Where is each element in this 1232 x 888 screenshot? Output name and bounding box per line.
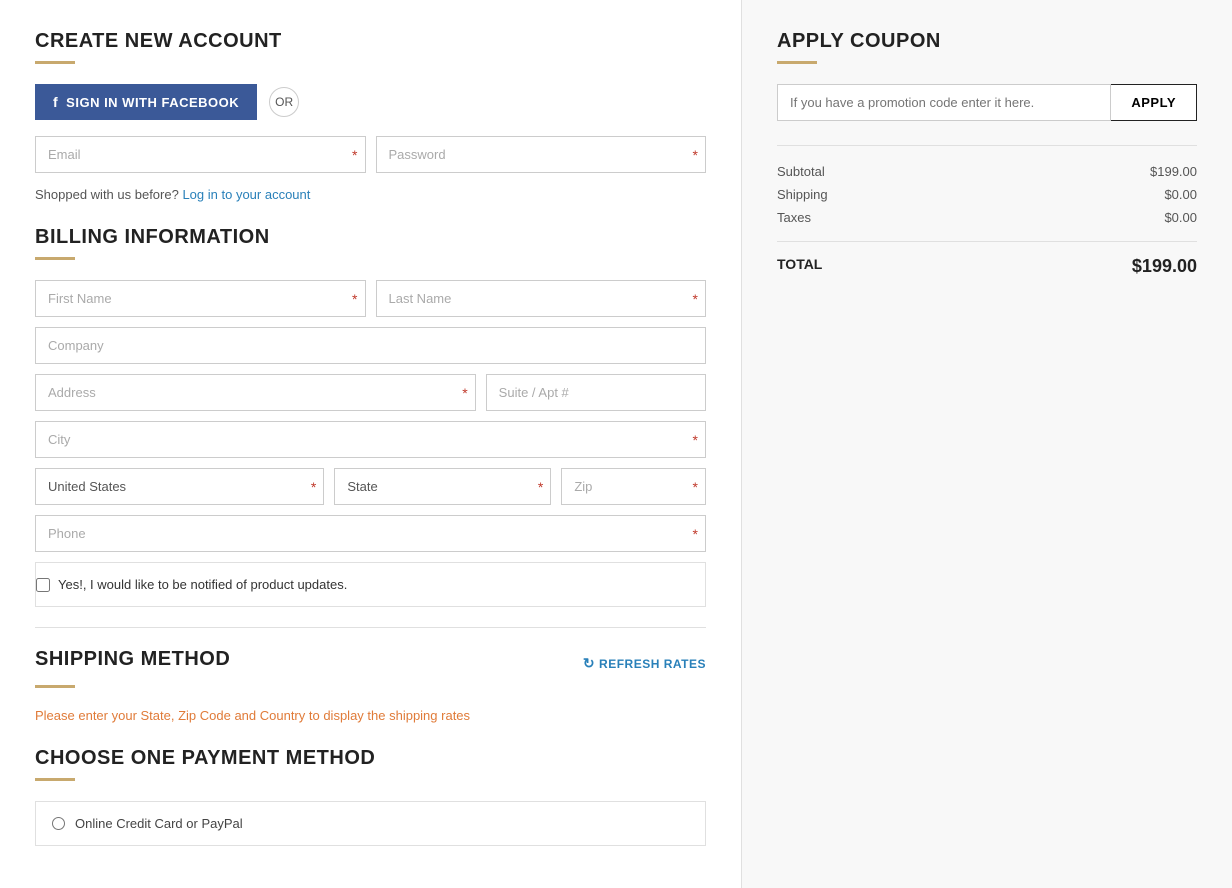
country-wrapper: United States Canada Mexico United Kingd… [35,468,324,505]
last-name-input[interactable] [376,280,707,317]
facebook-icon: f [53,94,58,110]
payment-title: CHOOSE ONE PAYMENT METHOD [35,747,706,770]
zip-wrapper: * [561,468,706,505]
refresh-icon: ↻ [583,655,595,672]
password-field-wrapper: * [376,136,707,173]
payment-underline [35,778,75,781]
shipping-title: SHIPPING METHOD [35,648,230,671]
refresh-rates-button[interactable]: ↻ REFRESH RATES [583,655,706,672]
country-state-zip-row: United States Canada Mexico United Kingd… [35,468,706,505]
section-divider-shipping [35,627,706,628]
payment-section: CHOOSE ONE PAYMENT METHOD Online Credit … [35,747,706,846]
facebook-signin-button[interactable]: f SIGN IN WITH FACEBOOK [35,84,257,120]
shipping-header: SHIPPING METHOD ↻ REFRESH RATES [35,648,706,679]
country-select[interactable]: United States Canada Mexico United Kingd… [35,468,324,505]
coupon-title: APPLY COUPON [777,30,1197,53]
shopped-row: Shopped with us before? Log in to your a… [35,187,706,202]
email-field-wrapper: * [35,136,366,173]
phone-wrapper: * [35,515,706,552]
subtotal-row: Subtotal $199.00 [777,164,1197,179]
taxes-row: Taxes $0.00 [777,210,1197,225]
notify-checkbox[interactable] [36,578,50,592]
address-wrapper: * [35,374,476,411]
company-row [35,327,706,364]
first-name-input[interactable] [35,280,366,317]
subtotal-label: Subtotal [777,164,825,179]
company-wrapper [35,327,706,364]
zip-input[interactable] [561,468,706,505]
payment-option-label[interactable]: Online Credit Card or PayPal [75,816,243,831]
name-row: * * [35,280,706,317]
shipping-label: Shipping [777,187,828,202]
fb-button-label: SIGN IN WITH FACEBOOK [66,95,239,110]
address-input[interactable] [35,374,476,411]
city-wrapper: * [35,421,706,458]
shipping-section: SHIPPING METHOD ↻ REFRESH RATES Please e… [35,648,706,723]
coupon-section: APPLY COUPON APPLY [777,30,1197,121]
password-input[interactable] [376,136,707,173]
phone-input[interactable] [35,515,706,552]
coupon-row: APPLY [777,84,1197,121]
suite-wrapper [486,374,706,411]
billing-section: BILLING INFORMATION * * [35,226,706,607]
create-account-title: CREATE NEW ACCOUNT [35,30,706,53]
state-wrapper: State * [334,468,551,505]
total-value: $199.00 [1132,256,1197,277]
last-name-wrapper: * [376,280,707,317]
shipping-value: $0.00 [1164,187,1197,202]
billing-underline [35,257,75,260]
shipping-row: Shipping $0.00 [777,187,1197,202]
billing-title: BILLING INFORMATION [35,226,706,249]
shipping-underline [35,685,75,688]
or-badge: OR [269,87,299,117]
city-row: * [35,421,706,458]
apply-coupon-button[interactable]: APPLY [1111,84,1197,121]
total-row: TOTAL $199.00 [777,241,1197,277]
email-input[interactable] [35,136,366,173]
create-account-section: CREATE NEW ACCOUNT f SIGN IN WITH FACEBO… [35,30,706,202]
suite-input[interactable] [486,374,706,411]
login-link[interactable]: Log in to your account [182,187,310,202]
shopped-text: Shopped with us before? [35,187,179,202]
state-select[interactable]: State [334,468,551,505]
address-row: * [35,374,706,411]
refresh-label: REFRESH RATES [599,657,706,671]
payment-option-credit-card[interactable]: Online Credit Card or PayPal [35,801,706,846]
credit-card-radio[interactable] [52,817,65,830]
first-name-wrapper: * [35,280,366,317]
notify-label[interactable]: Yes!, I would like to be notified of pro… [58,577,347,592]
total-label: TOTAL [777,256,822,277]
city-input[interactable] [35,421,706,458]
coupon-underline [777,61,817,64]
taxes-value: $0.00 [1164,210,1197,225]
title-underline [35,61,75,64]
email-password-row: * * [35,136,706,173]
notify-checkbox-row: Yes!, I would like to be notified of pro… [36,565,705,604]
taxes-label: Taxes [777,210,811,225]
coupon-input[interactable] [777,84,1111,121]
shipping-hint: Please enter your State, Zip Code and Co… [35,708,706,723]
company-input[interactable] [35,327,706,364]
phone-row: * [35,515,706,552]
order-summary: Subtotal $199.00 Shipping $0.00 Taxes $0… [777,145,1197,277]
subtotal-value: $199.00 [1150,164,1197,179]
